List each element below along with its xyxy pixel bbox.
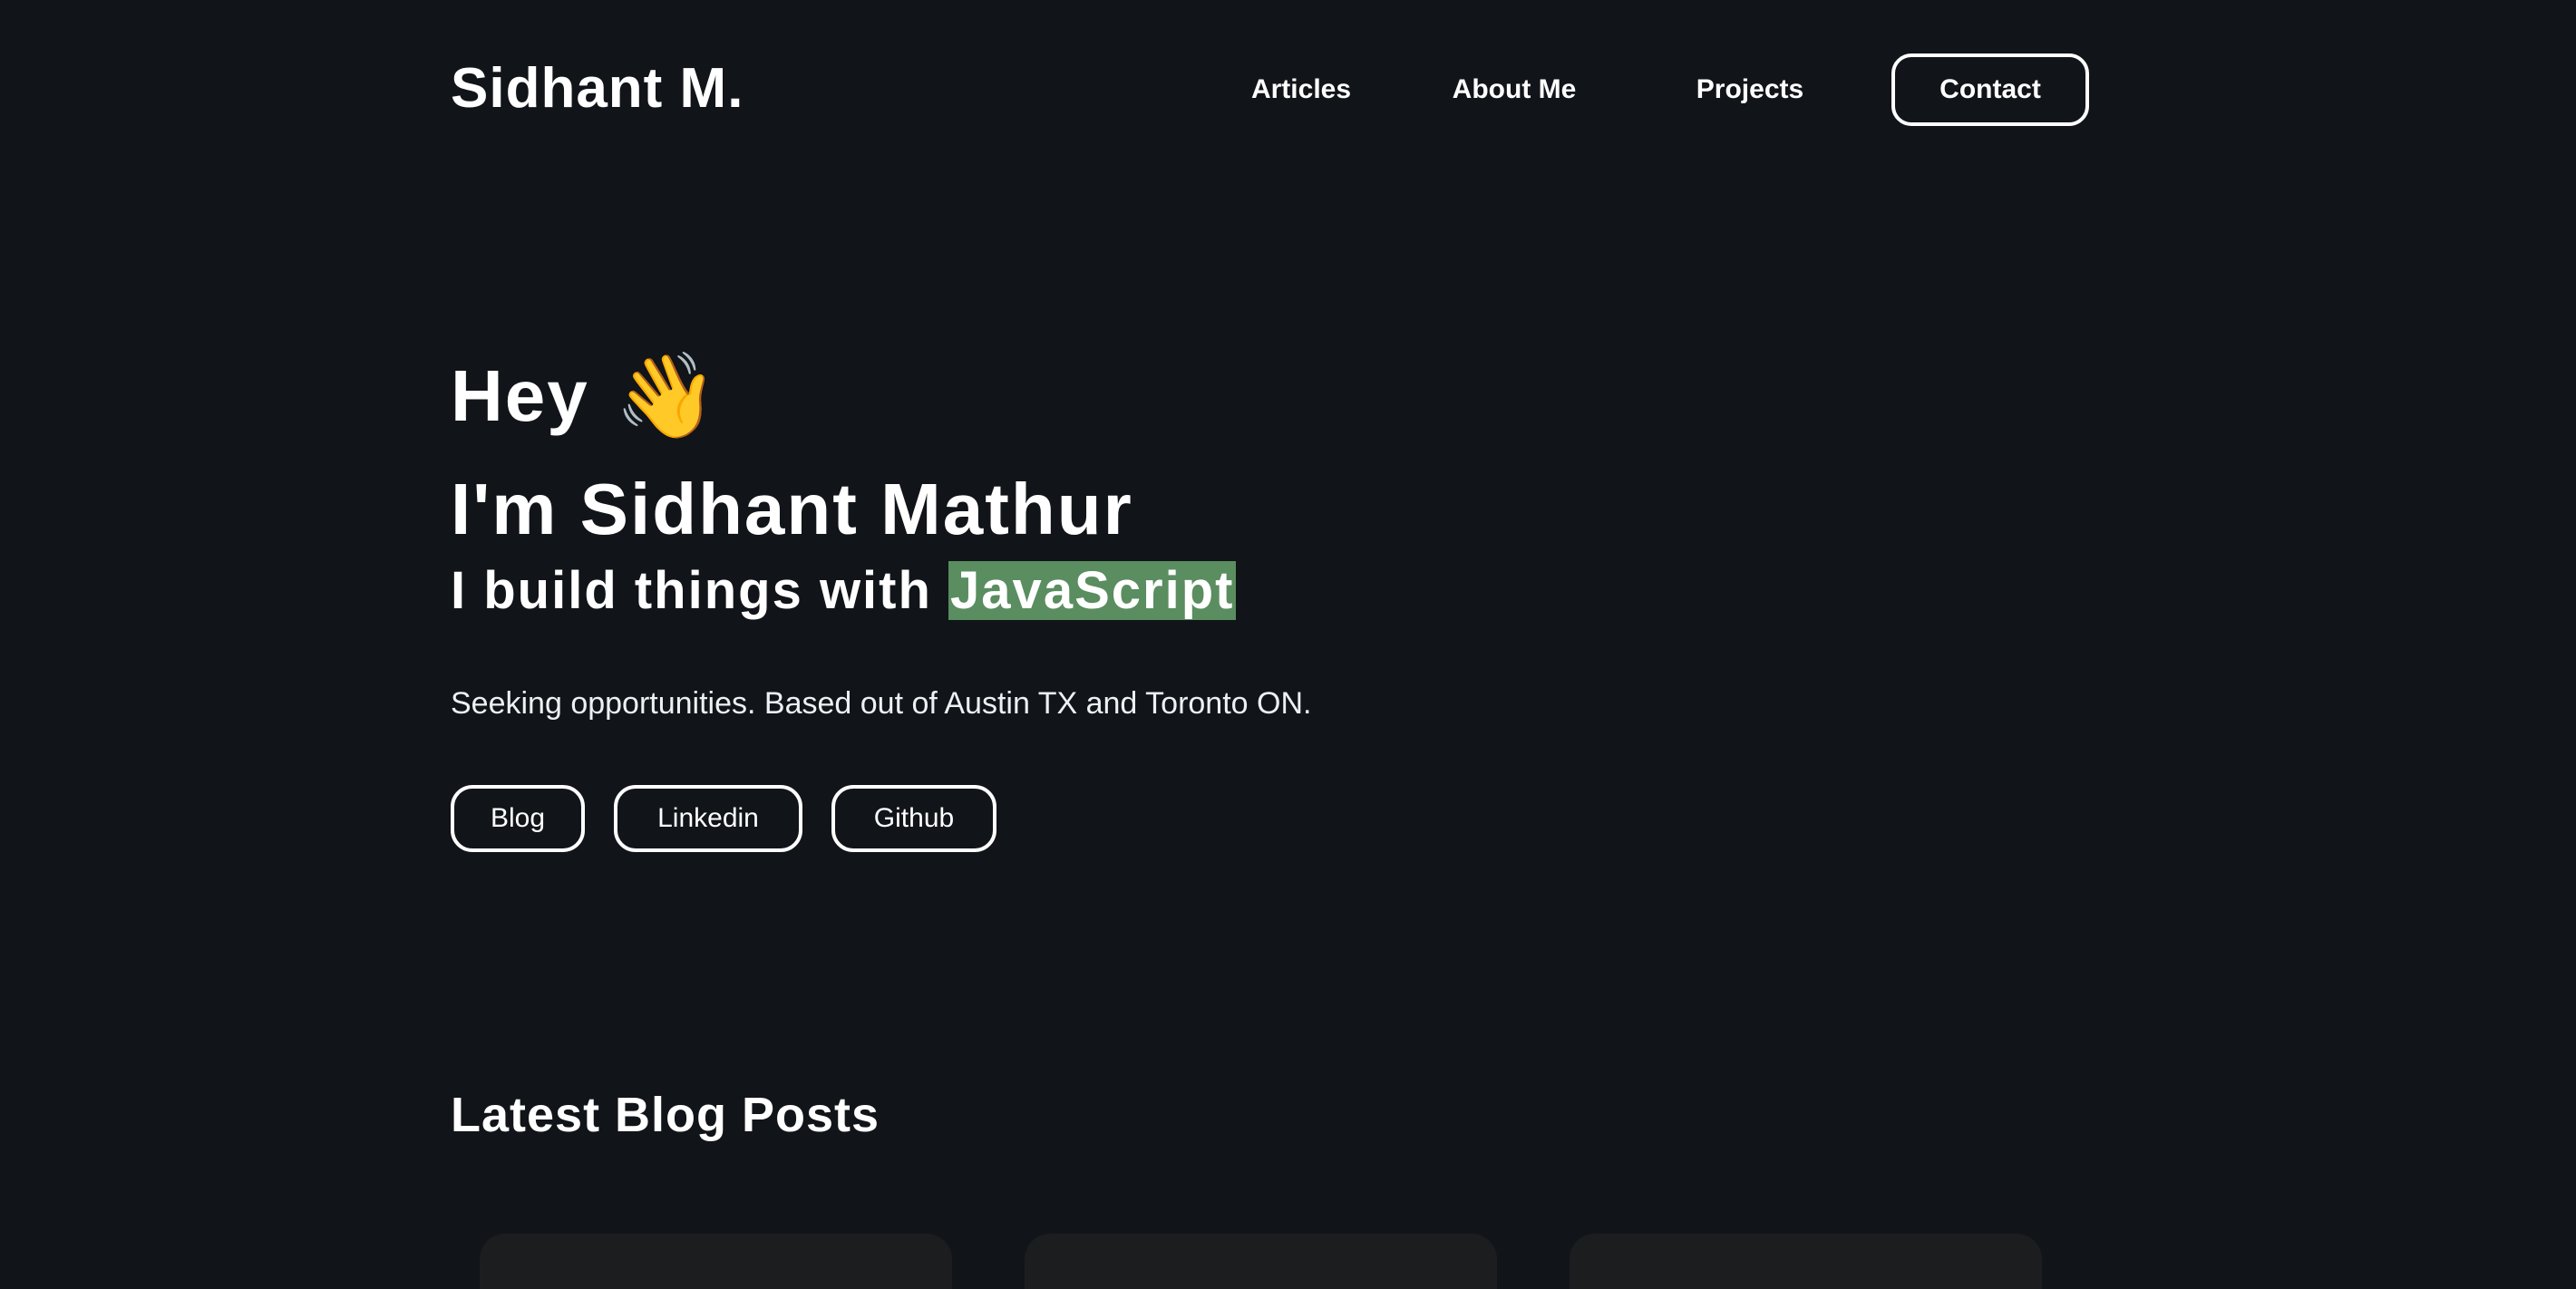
hero-name-heading: I'm Sidhant Mathur [451, 469, 1133, 549]
blog-post-card[interactable] [1025, 1234, 1497, 1289]
tagline-highlight: JavaScript [948, 561, 1237, 620]
blog-post-card[interactable] [480, 1234, 952, 1289]
linkedin-button[interactable]: Linkedin [614, 785, 802, 852]
waving-hand-icon: 👋 [614, 350, 721, 442]
greeting-text: Hey [451, 355, 589, 436]
contact-button[interactable]: Contact [1891, 53, 2089, 126]
blog-post-card[interactable] [1570, 1234, 2042, 1289]
social-links-group: Blog Linkedin Github [451, 785, 996, 852]
nav-about-me-link[interactable]: About Me [1396, 74, 1632, 105]
latest-blog-posts-heading: Latest Blog Posts [451, 1088, 880, 1142]
brand-logo-text[interactable]: Sidhant M. [451, 54, 744, 123]
primary-navigation: Articles About Me Projects Contact [1206, 51, 2089, 129]
blog-button[interactable]: Blog [451, 785, 585, 852]
hero-tagline: I build things with JavaScript [451, 555, 1237, 627]
hero-description: Seeking opportunities. Based out of Aust… [451, 686, 1312, 721]
nav-projects-link[interactable]: Projects [1632, 74, 1868, 105]
portfolio-page: Sidhant M. Articles About Me Projects Co… [0, 0, 2576, 1289]
nav-articles-link[interactable]: Articles [1206, 74, 1396, 105]
hero-greeting: Hey 👋 [451, 346, 720, 446]
blog-post-cards [480, 1234, 2042, 1289]
github-button[interactable]: Github [831, 785, 996, 852]
tagline-prefix: I build things with [451, 561, 932, 620]
